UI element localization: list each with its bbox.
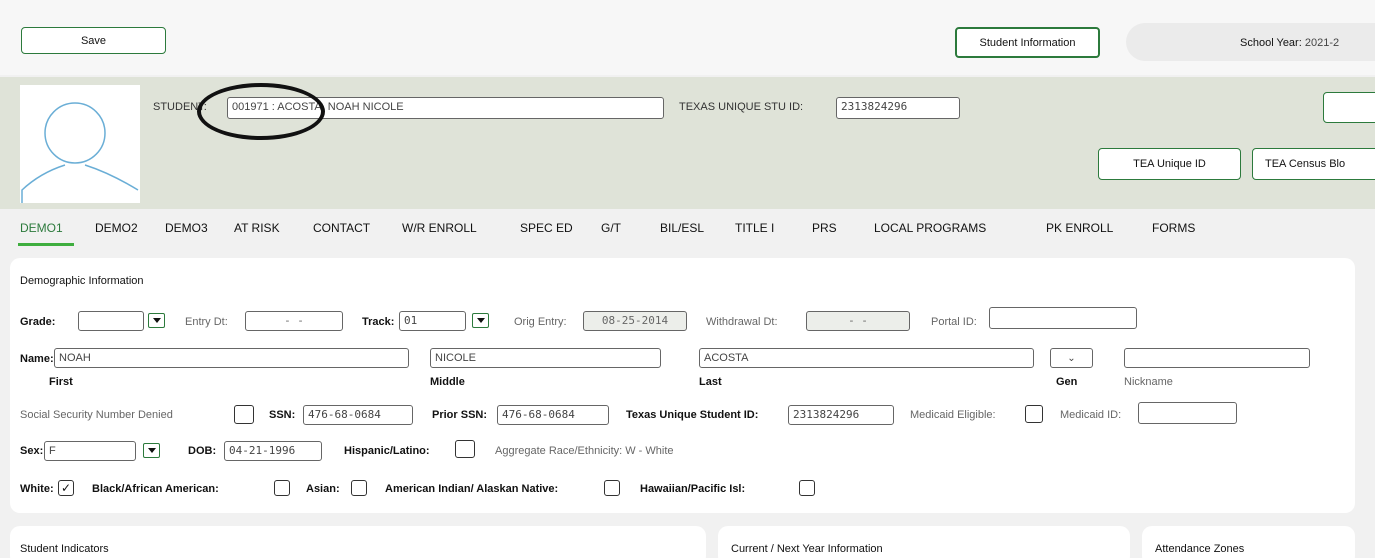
gen-caption: Gen	[1056, 376, 1078, 388]
tab-pk-enroll[interactable]: PK ENROLL	[1046, 221, 1113, 235]
tx-student-id-field[interactable]: 2313824296	[788, 405, 894, 425]
school-year-value: 2021-2	[1304, 37, 1340, 49]
hispanic-label: Hispanic/Latino:	[344, 445, 430, 457]
header-blank-button[interactable]	[1323, 92, 1375, 123]
generation-select[interactable]: ⌄	[1050, 348, 1093, 368]
tab-contact[interactable]: CONTACT	[313, 221, 370, 235]
tab-prs[interactable]: PRS	[812, 221, 837, 235]
hawaiian-checkbox[interactable]	[799, 480, 815, 496]
medicaid-eligible-checkbox[interactable]	[1025, 405, 1043, 423]
nickname-caption: Nickname	[1124, 376, 1173, 388]
student-photo	[20, 85, 140, 203]
medicaid-id-field[interactable]	[1138, 402, 1237, 424]
white-label: White:	[20, 483, 54, 495]
last-caption: Last	[699, 376, 722, 388]
nickname-field[interactable]	[1124, 348, 1310, 368]
tab-title-i[interactable]: TITLE I	[735, 221, 774, 235]
attendance-zones-title: Attendance Zones	[1155, 543, 1245, 555]
orig-entry-label: Orig Entry:	[514, 316, 567, 328]
hawaiian-label: Hawaiian/Pacific Isl:	[640, 483, 746, 495]
tab-gt[interactable]: G/T	[601, 221, 621, 235]
ssn-label: SSN:	[269, 409, 296, 421]
entry-dt-field[interactable]: - -	[245, 311, 343, 331]
sex-field[interactable]: F	[44, 441, 136, 461]
dob-field[interactable]: 04-21-1996	[224, 441, 322, 461]
ssn-field[interactable]: 476-68-0684	[303, 405, 413, 425]
first-caption: First	[49, 376, 73, 388]
track-dropdown-button[interactable]	[472, 313, 489, 328]
withdrawal-dt-label: Withdrawal Dt:	[706, 316, 778, 328]
black-checkbox[interactable]	[274, 480, 290, 496]
medicaid-id-label: Medicaid ID:	[1060, 409, 1122, 421]
prior-ssn-label: Prior SSN:	[432, 409, 488, 421]
dob-label: DOB:	[188, 445, 217, 457]
portal-id-label: Portal ID:	[931, 316, 977, 328]
tea-census-block-button[interactable]: TEA Census Blo	[1252, 148, 1375, 180]
avatar-placeholder-icon	[21, 102, 139, 203]
black-label: Black/African American:	[92, 483, 219, 495]
first-name-field[interactable]: NOAH	[54, 348, 409, 368]
name-label: Name:	[20, 353, 54, 365]
tx-student-id-label: Texas Unique Student ID:	[626, 409, 759, 421]
student-indicators-panel	[10, 526, 706, 558]
tab-local-programs[interactable]: LOCAL PROGRAMS	[874, 221, 986, 235]
track-label: Track:	[362, 316, 395, 328]
texas-id-label: TEXAS UNIQUE STU ID:	[679, 101, 804, 113]
tab-demo2[interactable]: DEMO2	[95, 221, 138, 235]
tab-demo1-underline	[18, 243, 74, 246]
ssn-denied-checkbox[interactable]	[234, 405, 254, 424]
highlight-circle	[197, 83, 325, 140]
tab-spec-ed[interactable]: SPEC ED	[520, 221, 573, 235]
grade-dropdown-button[interactable]	[148, 313, 165, 328]
sex-label: Sex:	[20, 445, 44, 457]
save-button[interactable]: Save	[21, 27, 166, 54]
american-indian-label: American Indian/ Alaskan Native:	[385, 483, 559, 495]
orig-entry-field: 08-25-2014	[583, 311, 687, 331]
student-indicators-title: Student Indicators	[20, 543, 109, 555]
aggregate-race-label: Aggregate Race/Ethnicity: W - White	[495, 445, 674, 457]
last-name-field[interactable]: ACOSTA	[699, 348, 1034, 368]
current-next-year-title: Current / Next Year Information	[731, 543, 883, 555]
american-indian-checkbox[interactable]	[604, 480, 620, 496]
tab-demo3[interactable]: DEMO3	[165, 221, 208, 235]
grade-field[interactable]	[78, 311, 144, 331]
prior-ssn-field[interactable]: 476-68-0684	[497, 405, 609, 425]
chevron-down-icon	[147, 448, 156, 453]
tab-bil-esl[interactable]: BIL/ESL	[660, 221, 704, 235]
entry-dt-label: Entry Dt:	[185, 316, 228, 328]
tea-unique-id-button[interactable]: TEA Unique ID	[1098, 148, 1241, 180]
texas-id-field[interactable]: 2313824296	[836, 97, 960, 119]
ssn-denied-label: Social Security Number Denied	[20, 409, 173, 421]
sex-dropdown-button[interactable]	[143, 443, 160, 458]
track-field[interactable]: 01	[399, 311, 466, 331]
asian-checkbox[interactable]	[351, 480, 367, 496]
hispanic-checkbox[interactable]	[455, 440, 475, 458]
withdrawal-dt-field: - -	[806, 311, 910, 331]
white-checkbox[interactable]: ✓	[58, 480, 74, 496]
school-year-label-text: School Year:	[1240, 37, 1302, 49]
middle-caption: Middle	[430, 376, 465, 388]
middle-name-field[interactable]: NICOLE	[430, 348, 661, 368]
chevron-down-icon	[152, 318, 161, 323]
student-information-button[interactable]: Student Information	[955, 27, 1100, 58]
chevron-down-icon	[476, 318, 485, 323]
school-year-label: School Year: 2021-2	[1240, 37, 1339, 49]
chevron-down-icon: ⌄	[1067, 353, 1076, 364]
tab-demo1[interactable]: DEMO1	[20, 221, 63, 235]
demographic-section-title: Demographic Information	[20, 275, 144, 287]
tab-forms[interactable]: FORMS	[1152, 221, 1195, 235]
tab-at-risk[interactable]: AT RISK	[234, 221, 280, 235]
portal-id-field[interactable]	[989, 307, 1137, 329]
asian-label: Asian:	[306, 483, 340, 495]
tab-wr-enroll[interactable]: W/R ENROLL	[402, 221, 477, 235]
medicaid-eligible-label: Medicaid Eligible:	[910, 409, 996, 421]
grade-label: Grade:	[20, 316, 56, 328]
